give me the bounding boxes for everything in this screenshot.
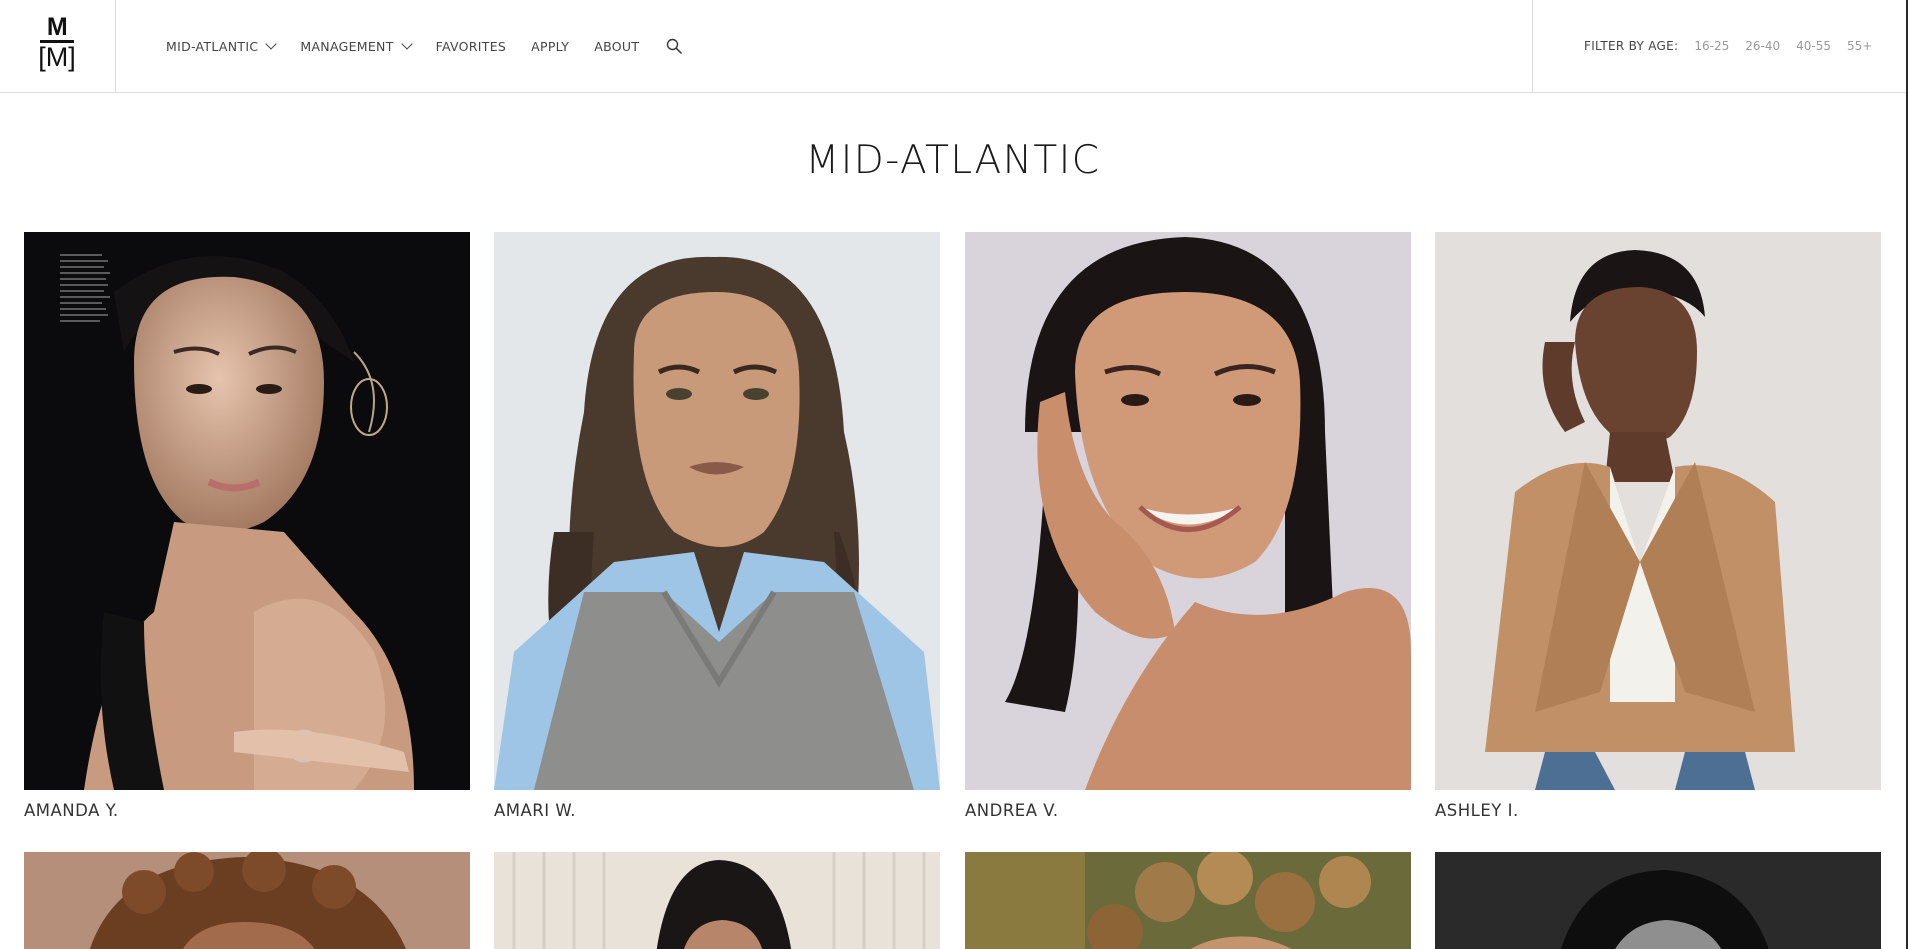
nav-apply-label: APPLY (531, 38, 570, 54)
page-title: MID-ATLANTIC (805, 138, 1101, 183)
search-icon (667, 38, 683, 54)
model-photo-image (965, 232, 1411, 790)
model-photo[interactable] (965, 852, 1411, 949)
model-photo[interactable] (1435, 852, 1881, 949)
model-photo[interactable] (494, 232, 940, 790)
logo-bottom-letter: [M] (38, 42, 76, 72)
nav-about-label: ABOUT (594, 38, 640, 54)
age-filter-16-25[interactable]: 16-25 (1694, 39, 1729, 53)
nav-apply[interactable]: APPLY (531, 39, 569, 54)
model-card[interactable] (494, 852, 940, 949)
model-name[interactable]: ANDREA V. (965, 801, 1411, 820)
nav-mid-atlantic-label: MID-ATLANTIC (166, 38, 259, 54)
model-photo[interactable] (24, 232, 470, 790)
site-header: M [M] MID-ATLANTIC MANAGEMENT FAVORITES … (0, 0, 1906, 93)
age-filter-26-40[interactable]: 26-40 (1745, 39, 1780, 53)
model-card[interactable]: ANDREA V. (965, 232, 1411, 820)
model-card[interactable]: ASHLEY I. (1435, 232, 1881, 820)
search-button[interactable] (666, 38, 683, 55)
site-logo[interactable]: M [M] (38, 13, 76, 72)
model-photo-image (24, 232, 470, 790)
nav-favorites[interactable]: FAVORITES (436, 39, 507, 54)
main-nav: MID-ATLANTIC MANAGEMENT FAVORITES APPLY … (166, 0, 683, 92)
chevron-down-icon (265, 37, 278, 50)
model-photo-image (494, 232, 940, 790)
age-filter-label: FILTER BY AGE: (1584, 39, 1679, 53)
model-card[interactable] (1435, 852, 1881, 949)
model-card[interactable]: AMARI W. (494, 232, 940, 820)
model-card[interactable] (24, 852, 470, 949)
logo-top-letter: M (46, 13, 68, 41)
model-card[interactable]: AMANDA Y. (24, 232, 470, 820)
model-photo[interactable] (965, 232, 1411, 790)
model-photo-image (494, 852, 940, 949)
model-photo-image (1435, 852, 1881, 949)
nav-about[interactable]: ABOUT (594, 39, 639, 54)
model-photo[interactable] (494, 852, 940, 949)
logo-cell: M [M] (0, 0, 116, 92)
model-name[interactable]: AMANDA Y. (24, 801, 470, 820)
model-name[interactable]: ASHLEY I. (1435, 801, 1881, 820)
model-name[interactable]: AMARI W. (494, 801, 940, 820)
nav-management[interactable]: MANAGEMENT (300, 37, 413, 54)
model-photo[interactable] (24, 852, 470, 949)
model-card[interactable] (965, 852, 1411, 949)
model-photo-image (24, 852, 470, 949)
model-photo-image (965, 852, 1411, 949)
model-photo[interactable] (1435, 232, 1881, 790)
nav-mid-atlantic[interactable]: MID-ATLANTIC (166, 37, 278, 54)
model-photo-image (1435, 232, 1881, 790)
nav-management-label: MANAGEMENT (300, 38, 394, 54)
chevron-down-icon (400, 37, 413, 50)
age-filter-55-plus[interactable]: 55+ (1847, 39, 1872, 53)
age-filter-40-55[interactable]: 40-55 (1796, 39, 1831, 53)
age-filter: FILTER BY AGE: 16-25 26-40 40-55 55+ (1532, 0, 1906, 92)
nav-favorites-label: FAVORITES (435, 38, 507, 54)
